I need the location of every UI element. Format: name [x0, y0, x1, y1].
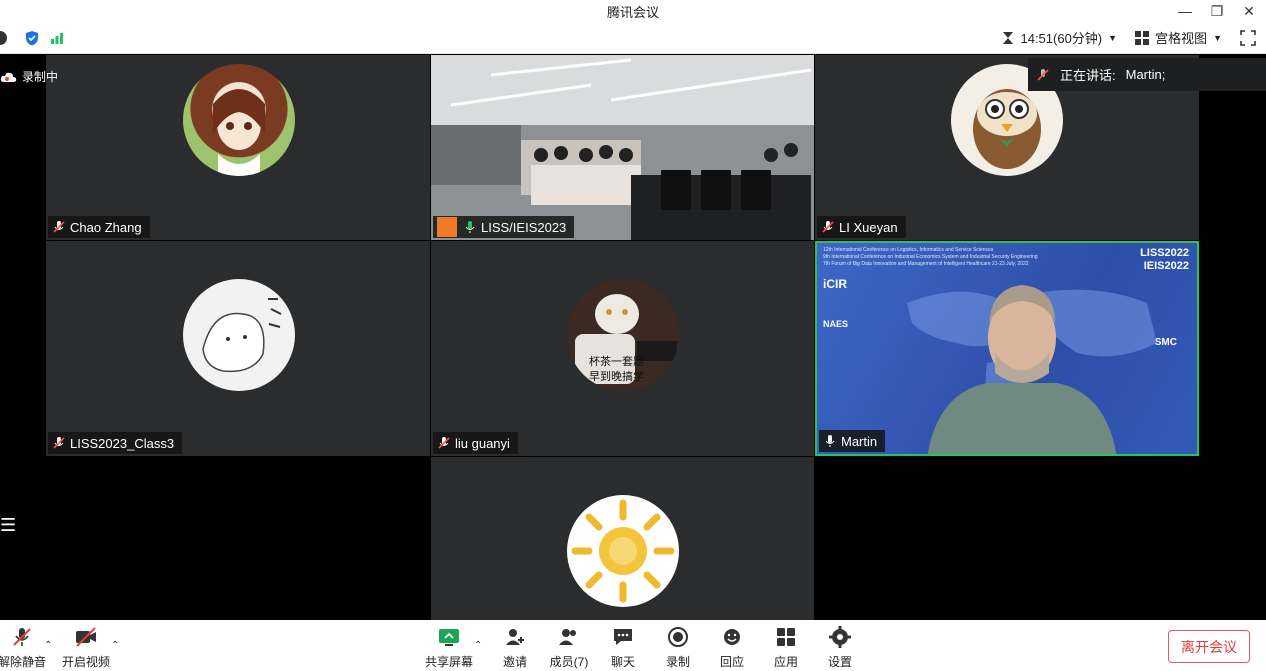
reaction-button[interactable]: 回应: [704, 625, 760, 670]
participant-name: LI Xueyan: [839, 219, 898, 235]
window-title: 腾讯会议: [606, 5, 659, 20]
video-tile[interactable]: LISS/IEIS2023: [431, 55, 814, 240]
participant-name: Chao Zhang: [70, 219, 142, 235]
participant-name: LISS2023_Class3: [70, 435, 175, 451]
participant-nameplate: Chao Zhang: [48, 216, 150, 238]
menu-icon[interactable]: ☰: [0, 515, 16, 536]
gear-icon: [829, 626, 851, 648]
participant-nameplate: liu guanyi: [433, 432, 518, 454]
start-video-button[interactable]: 开启视频: [58, 625, 114, 670]
shield-icon[interactable]: [24, 30, 40, 46]
video-tile[interactable]: [431, 457, 814, 620]
meeting-timer[interactable]: 14:51(60分钟) ▼: [1002, 28, 1117, 47]
grid-view-icon: [1135, 30, 1150, 45]
record-icon: [668, 627, 688, 647]
video-grid: Chao Zhang LISS/IEIS2023 LI Xueyan LISS2…: [0, 55, 1266, 620]
speaking-indicator: 正在讲话: Martin;: [1028, 58, 1266, 91]
view-label: 宫格视图: [1155, 31, 1208, 46]
settings-button[interactable]: 设置: [812, 625, 868, 670]
top-toolbar: 14:51(60分钟) ▼ 宫格视图 ▼: [0, 22, 1266, 54]
share-screen-button[interactable]: 共享屏幕: [421, 625, 477, 670]
recording-label: 录制中: [22, 70, 59, 84]
mic-active-icon: [825, 435, 835, 447]
participant-nameplate: LISS/IEIS2023: [433, 216, 575, 238]
mic-muted-icon: [438, 437, 450, 449]
speaker-person: [927, 285, 1117, 454]
chevron-up-icon[interactable]: ⌃: [111, 640, 119, 651]
view-switch[interactable]: 宫格视图 ▼: [1135, 28, 1222, 47]
timer-label: 14:51(60分钟): [1020, 31, 1103, 46]
video-tile[interactable]: 杯茶一套题 早到晚搞学 liu guanyi: [431, 241, 814, 456]
participant-nameplate: LI Xueyan: [817, 216, 906, 238]
apps-button[interactable]: 应用: [758, 625, 814, 670]
bottom-toolbar: 解除静音 ⌃ 开启视频 ⌃ 共享屏幕 ⌃ 邀请 成员(7) 聊天 录制 回应 应…: [0, 620, 1266, 671]
mic-active-icon: [465, 221, 475, 233]
mic-muted-icon: [13, 628, 31, 646]
chevron-down-icon: ▼: [1213, 32, 1222, 43]
avatar: [183, 279, 295, 391]
video-tile-active-speaker[interactable]: 12th International Conference on Logisti…: [815, 241, 1199, 456]
participant-nameplate: LISS2023_Class3: [48, 432, 183, 454]
invite-button[interactable]: 邀请: [487, 625, 543, 670]
mic-muted-icon: [822, 221, 834, 233]
reaction-icon: [724, 629, 740, 645]
members-button[interactable]: 成员(7): [541, 625, 597, 670]
title-bar: 腾讯会议 — ❐ ✕: [0, 0, 1266, 22]
info-icon[interactable]: [0, 30, 14, 46]
chevron-up-icon[interactable]: ⌃: [44, 640, 52, 651]
participant-nameplate: Martin: [819, 430, 886, 452]
cloud-record-icon: [0, 72, 17, 82]
mic-muted-icon: [53, 437, 65, 449]
virtual-background: 12th International Conference on Logisti…: [817, 243, 1197, 454]
avatar-caption: 杯茶一套题 早到晚搞学: [589, 356, 644, 383]
hourglass-icon: [1003, 31, 1014, 44]
recording-indicator[interactable]: 录制中: [0, 68, 58, 85]
leave-meeting-button[interactable]: 离开会议: [1168, 630, 1250, 663]
chevron-down-icon: ▼: [1108, 32, 1118, 43]
participant-name: liu guanyi: [455, 435, 510, 451]
participant-name: Martin: [841, 433, 878, 449]
person-icon: [437, 217, 457, 237]
video-tile[interactable]: Chao Zhang: [46, 55, 430, 240]
invite-icon: [506, 629, 524, 645]
minimize-icon[interactable]: —: [1176, 2, 1194, 20]
unmute-button[interactable]: 解除静音: [0, 625, 50, 670]
avatar: [183, 64, 295, 176]
video-off-icon: [76, 627, 96, 647]
apps-icon: [777, 628, 795, 646]
chat-button[interactable]: 聊天: [595, 625, 651, 670]
participant-name: LISS/IEIS2023: [481, 219, 567, 235]
mic-muted-icon: [1037, 68, 1049, 81]
chat-icon: [614, 629, 632, 645]
video-tile[interactable]: LISS2023_Class3: [46, 241, 430, 456]
close-icon[interactable]: ✕: [1240, 2, 1258, 20]
record-button[interactable]: 录制: [650, 625, 706, 670]
share-screen-icon: [439, 629, 459, 646]
chevron-up-icon[interactable]: ⌃: [474, 640, 482, 651]
avatar: 杯茶一套题 早到晚搞学: [567, 279, 679, 391]
room-video: [431, 55, 814, 240]
restore-icon[interactable]: ❐: [1208, 2, 1226, 20]
fullscreen-icon[interactable]: [1240, 29, 1256, 46]
mic-muted-icon: [53, 221, 65, 233]
signal-icon[interactable]: [50, 31, 64, 45]
avatar: [567, 495, 679, 607]
members-icon: [559, 629, 576, 645]
speaking-name: Martin;: [1125, 67, 1166, 82]
speaking-prefix: 正在讲话:: [1060, 68, 1116, 83]
